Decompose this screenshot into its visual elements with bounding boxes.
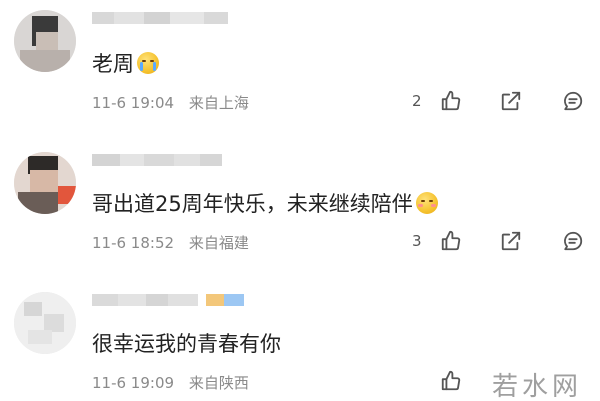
comment-icon[interactable] — [562, 230, 584, 252]
comment-location: 来自陕西 — [188, 374, 249, 392]
avatar[interactable] — [14, 292, 76, 354]
comment-feed: 老周 11-6 19:04 来自上海 2 哥出道25周年快乐，未来继续陪伴 11… — [0, 0, 600, 401]
level-badge — [224, 294, 244, 306]
comment-meta: 11-6 19:04 来自上海 — [92, 92, 249, 113]
share-icon[interactable] — [500, 230, 522, 252]
comment-text-body: 哥出道25周年快乐，未来继续陪伴 — [92, 192, 413, 216]
comment-actions: 3 — [412, 230, 592, 254]
comment-date: 11-6 19:09 — [92, 374, 175, 392]
like-count: 3 — [412, 232, 422, 250]
comment-actions: 2 — [412, 90, 592, 114]
blushing-face-emoji — [415, 192, 438, 214]
comment-text: 哥出道25周年快乐，未来继续陪伴 — [92, 188, 438, 218]
username-blurred[interactable] — [92, 290, 244, 312]
vip-badge — [206, 294, 224, 306]
comment-text: 很幸运我的青春有你 — [92, 328, 281, 358]
avatar[interactable] — [14, 152, 76, 214]
comment-meta: 11-6 18:52 来自福建 — [92, 232, 249, 253]
comment-meta: 11-6 19:09 来自陕西 — [92, 372, 249, 393]
crying-face-emoji — [137, 52, 159, 74]
comment-text-body: 老周 — [92, 52, 134, 76]
comment-text-body: 很幸运我的青春有你 — [92, 332, 281, 356]
comment-location: 来自上海 — [188, 94, 249, 112]
thumbs-up-icon[interactable] — [440, 230, 462, 252]
like-count: 2 — [412, 92, 422, 110]
comment-icon[interactable] — [562, 90, 584, 112]
comment-date: 11-6 18:52 — [92, 234, 175, 252]
thumbs-up-icon[interactable] — [440, 90, 462, 112]
avatar[interactable] — [14, 10, 76, 72]
comment-text: 老周 — [92, 48, 159, 78]
share-icon[interactable] — [500, 90, 522, 112]
comment-date: 11-6 19:04 — [92, 94, 175, 112]
site-watermark: 若水网 — [492, 372, 583, 401]
username-blurred[interactable] — [92, 150, 222, 172]
thumbs-up-icon[interactable] — [440, 370, 462, 392]
comment-location: 来自福建 — [188, 234, 249, 252]
username-blurred[interactable] — [92, 8, 228, 30]
